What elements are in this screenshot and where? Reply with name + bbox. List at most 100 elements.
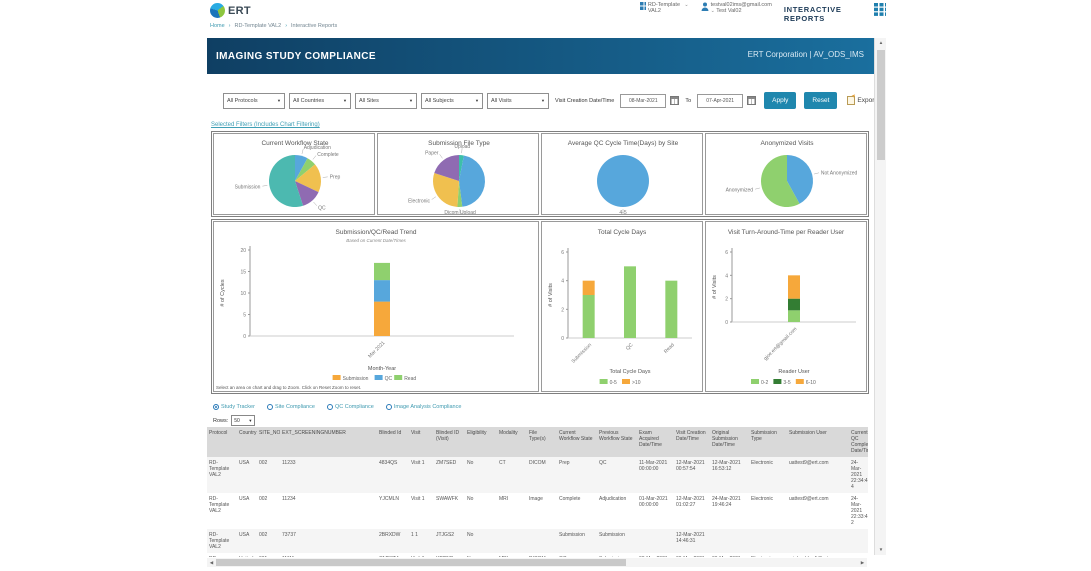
legend-label[interactable]: 3-5 [783,380,790,386]
column-header[interactable]: Visit Creation Date/Time [674,427,710,457]
chart-panel-trend[interactable]: Submission/QC/Read Trend Based on Current… [213,221,539,392]
table-row[interactable]: RD-Template VAL2United States00111111QMF… [207,553,868,557]
reset-button[interactable]: Reset [804,92,838,109]
legend-label[interactable]: 6-10 [806,380,816,386]
bar-segment[interactable] [374,262,390,281]
filter-dropdown[interactable]: All Protocols ▼ [223,92,285,109]
filter-dropdown[interactable]: All Visits ▼ [487,92,549,109]
bar-segment[interactable] [788,298,800,311]
radio-icon [213,404,219,410]
date-to-input[interactable]: 07-Apr-2021 [697,93,744,108]
chart-panel-anonymized-visits[interactable]: Anonymized Visits Not Anonymized Anonymize… [705,133,867,215]
bar-segment[interactable] [374,280,390,302]
table-cell: 24-Mar-2021 22:34:44 [849,457,868,493]
chart-panel-total-cycle-days[interactable]: Total Cycle Days 0 2 4 6 # of Visits Submissio… [541,221,703,392]
column-header[interactable]: Eligibility [465,427,497,457]
column-header[interactable]: Original Submission Date/Time [710,427,749,457]
study-selector[interactable]: RD-Template VAL2 ⌄ [640,2,689,14]
date-from-input[interactable]: 08-Mar-2021 [620,93,667,108]
column-header[interactable]: Exam Acquired Date/Time [637,427,674,457]
pie-chart[interactable]: Anonymized Visits Not Anonymized Anonymize… [706,134,867,215]
pie-chart[interactable]: Current Workflow StateAdjudicationComple… [214,134,375,215]
bar-chart[interactable]: Visit Turn-Around-Time per Reader User 0 2… [706,222,866,391]
legend-label[interactable]: Read [404,376,416,382]
breadcrumb-item[interactable]: RD-Template VAL2 [235,23,282,29]
bar-segment[interactable] [665,280,678,338]
report-org-label: ERT Corporation | AV_ODS_IMS [747,50,864,59]
legend-label[interactable]: QC [385,376,393,382]
legend-label[interactable]: 0-5 [610,380,617,386]
bar-segment[interactable] [624,266,636,338]
pie-slice[interactable] [597,155,649,207]
radio-option[interactable]: Site Compliance [266,404,315,410]
user-menu[interactable]: testval02ims@gmail.com ⌄ Test Val02 [701,2,772,14]
table-row[interactable]: RD-Template VAL2 USA 002 73737 2BRXDW 1 1 JTJG… [207,529,868,553]
pie-chart[interactable]: Average QC Cycle Time(Days) by Site 4-5 [542,134,703,215]
chevron-down-icon: ▼ [541,98,545,103]
column-header[interactable]: Modality [497,427,527,457]
scroll-down-icon[interactable]: ▼ [875,545,887,555]
breadcrumb-separator: › [285,23,288,29]
radio-option[interactable]: QC Compliance [326,404,374,410]
table-cell: 12-Mar-2021 14:46:31 [674,529,710,553]
pie-slice[interactable] [459,155,485,207]
bar-chart[interactable]: Submission/QC/Read Trend Based on Current… [214,222,538,384]
column-header[interactable]: File Type(s) [527,427,557,457]
scroll-left-icon[interactable]: ◀ [207,558,216,567]
study-grid-icon [640,2,646,10]
breadcrumb-item[interactable]: Interactive Reports [291,23,337,29]
vertical-scrollbar[interactable]: ▲ ▼ [874,38,886,555]
app-launcher-icon[interactable] [874,3,886,16]
bar-segment[interactable] [582,295,595,338]
column-header[interactable]: Blinded ID (Visit) [434,427,465,457]
calendar-icon[interactable] [670,96,680,105]
bar-chart[interactable]: Total Cycle Days 0 2 4 6 # of Visits Submissio… [542,222,702,391]
legend-label[interactable]: 0-2 [761,380,768,386]
bar-segment[interactable] [582,280,595,295]
horizontal-scrollbar-thumb[interactable] [216,559,626,566]
radio-option[interactable]: Study Tracker [213,404,255,410]
column-header[interactable]: Blinded Id [377,427,409,457]
column-header[interactable]: Submission User [787,427,849,457]
vertical-scrollbar-thumb[interactable] [877,50,885,160]
filter-dropdown[interactable]: All Countries ▼ [289,92,351,109]
table-row[interactable]: RD-Template VAL2 USA 002 11233 4834QS Visit 1… [207,457,868,493]
legend-label[interactable]: >10 [632,380,641,386]
column-header[interactable]: Protocol [207,427,237,457]
selected-filters-link[interactable]: Selected Filters (Includes Chart Filteri… [211,122,320,128]
column-header[interactable]: Previous Workflow State [597,427,637,457]
ert-logo[interactable]: ERT [210,3,251,18]
column-header[interactable]: Current Workflow State [557,427,597,457]
apply-button[interactable]: Apply [764,92,797,109]
pie-chart[interactable]: Submission File TypeUploadDicom UploadEl… [378,134,539,215]
filter-dropdown[interactable]: All Subjects ▼ [421,92,483,109]
radio-option[interactable]: Image Analysis Compliance [385,404,461,410]
filter-dropdown[interactable]: All Sites ▼ [355,92,417,109]
column-header[interactable]: Current QC Complete Date/Time [849,427,868,457]
table-cell: DICOM [527,457,557,493]
table-row[interactable]: RD-Template VAL2 USA 002 11234 YJCMLN Visit 1… [207,493,868,529]
scroll-right-icon[interactable]: ▶ [858,558,867,567]
calendar-icon[interactable] [747,96,757,105]
scroll-up-icon[interactable]: ▲ [875,38,887,48]
bar-segment[interactable] [374,301,390,336]
bar-segment[interactable] [788,310,800,322]
legend-label[interactable]: Submission [343,376,369,382]
chart-panel-submission-file-type[interactable]: Submission File Type Upload Dicom Upload El… [377,133,539,215]
horizontal-scrollbar[interactable]: ◀ ▶ [207,558,867,567]
rows-select[interactable]: 50 ▼ [231,415,256,426]
column-header[interactable]: Visit [409,427,434,457]
chart-panel-current-workflow-state[interactable]: Current Workflow State Adjudication Comple… [213,133,375,215]
column-header[interactable]: Submission Type [749,427,787,457]
chart-panel-avg-qc-cycle-time[interactable]: Average QC Cycle Time(Days) by Site 4-5 [541,133,703,215]
column-header[interactable]: EXT_SCREENINGNUMBER [280,427,377,457]
bar-segment[interactable] [788,275,800,299]
breadcrumb-item[interactable]: Home [210,23,225,29]
column-header[interactable]: Country [237,427,257,457]
radio-label: Site Compliance [274,404,315,410]
y-tick-label: 0 [243,334,246,340]
x-axis-label: Month-Year [368,366,396,372]
column-header[interactable]: SITE_NO [257,427,280,457]
chart-panel-visit-tat[interactable]: Visit Turn-Around-Time per Reader User 0 2… [705,221,867,392]
export-button[interactable]: Export [847,96,876,105]
